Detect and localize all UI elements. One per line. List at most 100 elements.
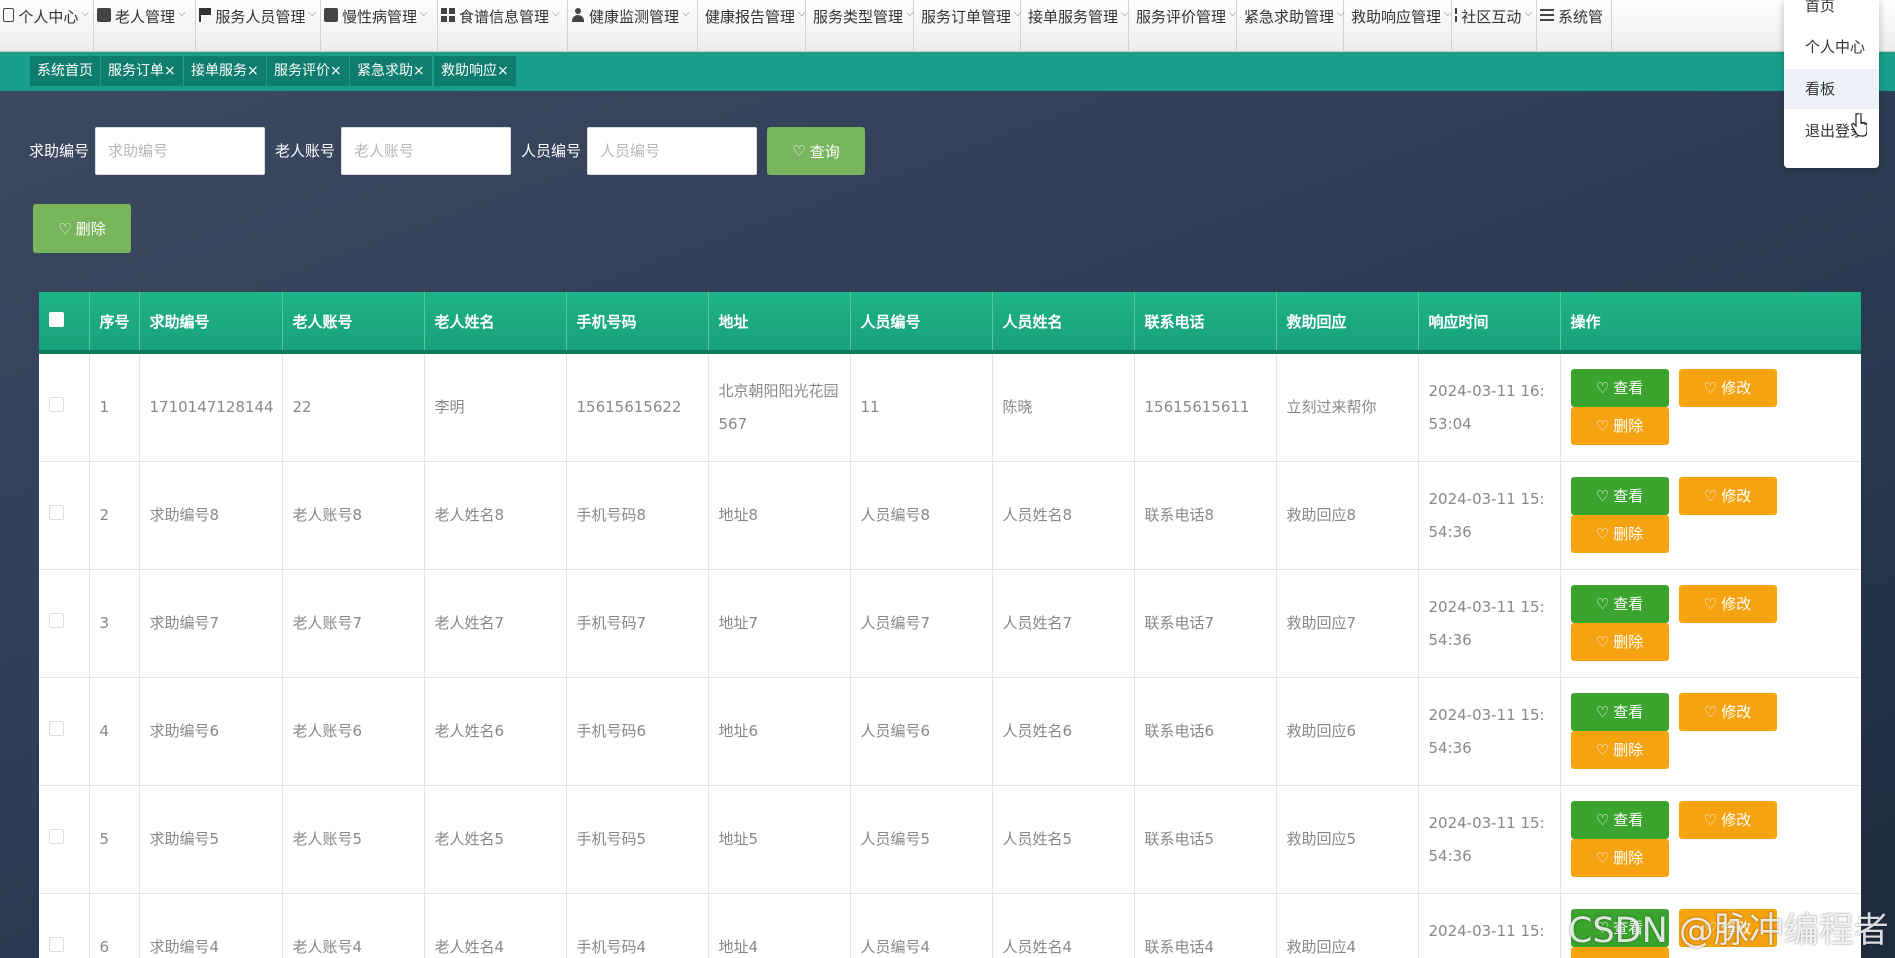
nav-item-10[interactable]: 服务评价管理 ⌵ bbox=[1129, 0, 1237, 52]
view-button[interactable]: ♡ 查看 bbox=[1570, 801, 1669, 839]
row-checkbox[interactable] bbox=[49, 937, 64, 952]
tab-0[interactable]: 系统首页 bbox=[30, 56, 100, 86]
table-cell: 2024-03-11 15:54:36 bbox=[1418, 785, 1561, 894]
heart-icon: ♡ bbox=[1595, 594, 1610, 613]
edit-button[interactable]: ♡ 修改 bbox=[1678, 801, 1777, 839]
nav-item-8[interactable]: 服务订单管理 ⌵ bbox=[914, 0, 1022, 52]
nav-item-3[interactable]: 慢性病管理 ⌵ bbox=[321, 0, 438, 52]
tab-2[interactable]: 接单服务× bbox=[184, 56, 266, 86]
table-cell: 人员编号7 bbox=[850, 569, 993, 678]
chevron-down-icon: ⌵ bbox=[552, 8, 560, 19]
hand-cursor-icon bbox=[1851, 113, 1867, 137]
view-button[interactable]: ♡ 查看 bbox=[1570, 693, 1669, 731]
nav-item-5[interactable]: 健康监测管理 ⌵ bbox=[568, 0, 698, 52]
table-cell: 联系电话5 bbox=[1134, 785, 1277, 894]
edit-button[interactable]: ♡ 修改 bbox=[1678, 369, 1777, 407]
heart-icon: ♡ bbox=[792, 142, 806, 160]
delete-button[interactable]: ♡删除 bbox=[1570, 407, 1669, 445]
actions-cell: ♡查看♡修改♡删除 bbox=[1560, 785, 1861, 894]
delete-button[interactable]: ♡删除 bbox=[1570, 731, 1669, 769]
edit-button-label: 修改 bbox=[1721, 378, 1752, 397]
row-checkbox[interactable] bbox=[49, 613, 64, 628]
help-no-label: 求助编号 bbox=[29, 142, 90, 160]
rescue-response-table: 序号 求助编号 老人账号 老人姓名 手机号码 地址 人员编号 人员姓名 联系电话 救助回应 响应时间… bbox=[39, 292, 1861, 958]
dropdown-item-1[interactable]: 个人中心 bbox=[1784, 27, 1879, 67]
column-header: 人员姓名 bbox=[992, 292, 1135, 354]
table-cell: 老人姓名6 bbox=[424, 677, 567, 786]
heart-icon: ♡ bbox=[1595, 524, 1610, 543]
nav-item-12[interactable]: 救助响应管理 ⌵ bbox=[1344, 0, 1452, 52]
tab-3[interactable]: 服务评价× bbox=[267, 56, 349, 86]
column-header: 序号 bbox=[89, 292, 140, 354]
table-cell: 2024-03-11 15:54:36 bbox=[1418, 569, 1561, 678]
row-checkbox[interactable] bbox=[49, 505, 64, 520]
table-cell: 15615615611 bbox=[1134, 352, 1277, 462]
staff-no-input[interactable] bbox=[587, 127, 757, 175]
table-cell: 联系电话8 bbox=[1134, 461, 1277, 570]
table-cell: 人员姓名8 bbox=[992, 461, 1135, 570]
batch-delete-button[interactable]: ♡ 删除 bbox=[33, 204, 131, 253]
column-header: 老人姓名 bbox=[424, 292, 567, 354]
column-header: 联系电话 bbox=[1134, 292, 1277, 354]
table-cell: 地址7 bbox=[708, 569, 851, 678]
table-cell: 联系电话6 bbox=[1134, 677, 1277, 786]
nav-item-label: 个人中心 bbox=[18, 8, 79, 26]
delete-button[interactable]: ♡删除 bbox=[1570, 515, 1669, 553]
nav-item-6[interactable]: 健康报告管理 ⌵ bbox=[698, 0, 806, 52]
edit-button[interactable]: ♡ 修改 bbox=[1678, 693, 1777, 731]
nav-item-label: 服务类型管理 bbox=[813, 8, 904, 26]
edit-button[interactable]: ♡ 修改 bbox=[1678, 477, 1777, 515]
chevron-down-icon: ⌵ bbox=[178, 8, 186, 19]
table-row: 3 求助编号7 老人账号7 老人姓名7 手机号码7 地址7 人员编号7 人员姓名7 联系电话7 救… bbox=[39, 569, 1861, 678]
view-button[interactable]: ♡ 查看 bbox=[1570, 585, 1669, 623]
tab-4[interactable]: 紧急求助× bbox=[350, 56, 432, 86]
table-row: 2 求助编号8 老人账号8 老人姓名8 手机号码8 地址8 人员编号8 人员姓名8 联系电话8 救… bbox=[39, 461, 1861, 570]
table-cell: 1710147128144 bbox=[139, 352, 283, 462]
table-cell: 手机号码4 bbox=[566, 893, 709, 958]
nav-item-4[interactable]: 食谱信息管理 ⌵ bbox=[438, 0, 568, 52]
table-cell: 北京朝阳阳光花园567 bbox=[708, 352, 851, 462]
select-all-checkbox[interactable] bbox=[49, 311, 64, 327]
query-button[interactable]: ♡ 查询 bbox=[767, 127, 865, 175]
delete-button-label: 删除 bbox=[1613, 524, 1644, 543]
row-checkbox[interactable] bbox=[49, 829, 64, 844]
table-cell: 22 bbox=[282, 352, 425, 462]
nav-item-13[interactable]: 社区互动 ⌵ bbox=[1452, 0, 1537, 52]
grid-icon bbox=[1455, 8, 1458, 22]
nav-item-0[interactable]: 个人中心 ⌵ bbox=[0, 0, 94, 52]
view-button[interactable]: ♡ 查看 bbox=[1570, 369, 1669, 407]
row-checkbox[interactable] bbox=[49, 721, 64, 736]
chevron-down-icon: ⌵ bbox=[1444, 8, 1452, 19]
dropdown-item-2[interactable]: 看板 bbox=[1784, 69, 1879, 109]
nav-item-7[interactable]: 服务类型管理 ⌵ bbox=[806, 0, 914, 52]
column-header: 操作 bbox=[1560, 292, 1861, 354]
view-button[interactable]: ♡ 查看 bbox=[1570, 477, 1669, 515]
table-cell: 5 bbox=[89, 785, 140, 894]
nav-item-9[interactable]: 接单服务管理 ⌵ bbox=[1021, 0, 1129, 52]
row-select-cell bbox=[39, 785, 90, 894]
nav-item-1[interactable]: 老人管理 ⌵ bbox=[94, 0, 196, 52]
table-cell: 地址4 bbox=[708, 893, 851, 958]
dropdown-item-0[interactable]: 首页 bbox=[1784, 0, 1879, 26]
delete-button-label: 删除 bbox=[1613, 740, 1644, 759]
tab-1[interactable]: 服务订单× bbox=[101, 56, 183, 86]
elder-account-input[interactable] bbox=[341, 127, 511, 175]
actions-cell: ♡查看♡修改♡删除 bbox=[1560, 677, 1861, 786]
nav-item-14[interactable]: 系统管 bbox=[1537, 0, 1612, 52]
delete-button[interactable]: ♡删除 bbox=[1570, 839, 1669, 877]
tab-5[interactable]: 救助响应× bbox=[434, 56, 516, 86]
nav-item-2[interactable]: 服务人员管理 ⌵ bbox=[196, 0, 321, 52]
nav-item-label: 老人管理 bbox=[115, 8, 176, 26]
row-checkbox[interactable] bbox=[49, 397, 64, 412]
column-header: 救助回应 bbox=[1276, 292, 1419, 354]
nav-item-label: 健康报告管理 bbox=[705, 8, 796, 26]
chevron-down-icon: ⌵ bbox=[1229, 8, 1237, 19]
nav-item-11[interactable]: 紧急求助管理 ⌵ bbox=[1237, 0, 1345, 52]
table-cell: 2 bbox=[89, 461, 140, 570]
heart-icon: ♡ bbox=[1595, 486, 1610, 505]
help-no-input[interactable] bbox=[95, 127, 265, 175]
elder-account-label: 老人账号 bbox=[275, 142, 336, 160]
edit-button[interactable]: ♡ 修改 bbox=[1678, 585, 1777, 623]
delete-button[interactable]: ♡删除 bbox=[1570, 623, 1669, 661]
chevron-down-icon: ⌵ bbox=[798, 8, 806, 19]
